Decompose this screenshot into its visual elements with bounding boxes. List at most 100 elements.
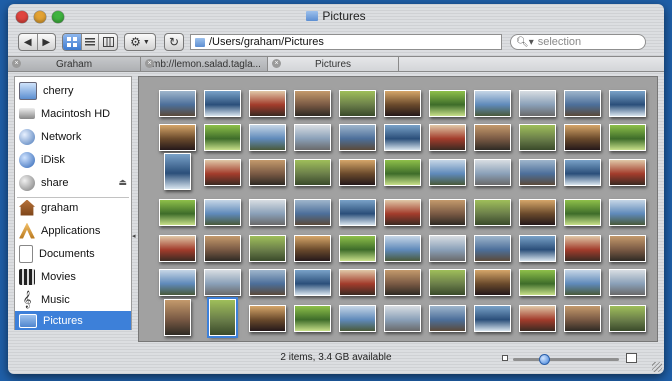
photo-thumbnail[interactable] [159, 269, 196, 296]
photo-thumbnail[interactable] [429, 90, 466, 117]
photo-thumbnail[interactable] [207, 297, 238, 338]
photo-thumbnail[interactable] [564, 305, 601, 332]
photo-thumbnail[interactable] [294, 269, 331, 296]
photo-thumbnail[interactable] [609, 159, 646, 186]
photo-thumbnail[interactable] [294, 90, 331, 117]
photo-thumbnail[interactable] [339, 269, 376, 296]
photo-thumbnail[interactable] [564, 124, 601, 151]
photo-thumbnail[interactable] [249, 235, 286, 262]
photo-thumbnail[interactable] [564, 90, 601, 117]
photo-thumbnail[interactable] [339, 124, 376, 151]
photo-thumbnail[interactable] [249, 159, 286, 186]
photo-thumbnail[interactable] [249, 199, 286, 226]
photo-thumbnail[interactable] [339, 90, 376, 117]
close-tab-icon[interactable]: × [272, 59, 281, 68]
sidebar-item-movies[interactable]: Movies [15, 265, 131, 288]
photo-thumbnail[interactable] [384, 124, 421, 151]
photo-thumbnail[interactable] [429, 124, 466, 151]
photo-thumbnail[interactable] [609, 124, 646, 151]
photo-thumbnail[interactable] [519, 235, 556, 262]
forward-button[interactable]: ▶ [38, 34, 56, 50]
photo-thumbnail[interactable] [474, 159, 511, 186]
photo-thumbnail[interactable] [294, 124, 331, 151]
photo-thumbnail[interactable] [294, 305, 331, 332]
photo-thumbnail[interactable] [159, 90, 196, 117]
zoom-slider-knob[interactable] [539, 354, 550, 365]
photo-thumbnail[interactable] [609, 90, 646, 117]
sidebar-item-cherry[interactable]: cherry [15, 79, 131, 102]
photo-thumbnail[interactable] [249, 305, 286, 332]
path-field[interactable]: /Users/graham/Pictures [190, 34, 502, 50]
photo-thumbnail[interactable] [519, 199, 556, 226]
back-button[interactable]: ◀ [19, 34, 38, 50]
photo-thumbnail[interactable] [474, 90, 511, 117]
photo-thumbnail[interactable] [609, 269, 646, 296]
photo-thumbnail[interactable] [164, 153, 191, 190]
search-input[interactable] [537, 36, 638, 48]
action-menu-button[interactable]: ⚙ ▼ [124, 33, 156, 51]
photo-thumbnail[interactable] [384, 235, 421, 262]
sidebar-item-macintosh-hd[interactable]: Macintosh HD [15, 102, 131, 125]
photo-thumbnail[interactable] [204, 235, 241, 262]
photo-thumbnail[interactable] [204, 199, 241, 226]
photo-thumbnail[interactable] [384, 159, 421, 186]
tab-pictures[interactable]: × Pictures [268, 57, 399, 71]
icon-view-button[interactable] [63, 34, 82, 50]
column-view-button[interactable] [99, 34, 117, 50]
photo-thumbnail[interactable] [204, 124, 241, 151]
photo-thumbnail[interactable] [294, 159, 331, 186]
sidebar-item-music[interactable]: 𝄞 Music [15, 288, 131, 311]
photo-thumbnail[interactable] [519, 159, 556, 186]
photo-thumbnail[interactable] [429, 305, 466, 332]
photo-thumbnail[interactable] [249, 124, 286, 151]
tab-graham[interactable]: × Graham [8, 57, 141, 71]
sidebar-item-idisk[interactable]: iDisk [15, 148, 131, 171]
photo-thumbnail[interactable] [294, 199, 331, 226]
eject-icon[interactable]: ⏏ [118, 177, 127, 188]
photo-thumbnail[interactable] [384, 90, 421, 117]
photo-thumbnail[interactable] [204, 269, 241, 296]
close-tab-icon[interactable]: × [12, 59, 21, 68]
photo-thumbnail[interactable] [519, 124, 556, 151]
photo-thumbnail[interactable] [609, 235, 646, 262]
list-view-button[interactable] [82, 34, 100, 50]
photo-thumbnail[interactable] [609, 199, 646, 226]
photo-thumbnail[interactable] [474, 305, 511, 332]
photo-thumbnail[interactable] [609, 305, 646, 332]
title-bar[interactable]: Pictures [8, 4, 664, 28]
photo-thumbnail[interactable] [429, 235, 466, 262]
photo-thumbnail[interactable] [159, 199, 196, 226]
photo-thumbnail[interactable] [519, 305, 556, 332]
photo-thumbnail[interactable] [474, 199, 511, 226]
photo-thumbnail[interactable] [564, 159, 601, 186]
photo-thumbnail[interactable] [339, 199, 376, 226]
photo-thumbnail[interactable] [384, 199, 421, 226]
photo-thumbnail[interactable] [339, 305, 376, 332]
photo-thumbnail[interactable] [204, 159, 241, 186]
photo-thumbnail[interactable] [564, 199, 601, 226]
sidebar-item-pictures[interactable]: Pictures [15, 311, 131, 330]
refresh-button[interactable]: ↻ [164, 33, 184, 51]
sidebar-item-share[interactable]: share ⏏ [15, 171, 131, 194]
photo-thumbnail[interactable] [474, 269, 511, 296]
sidebar-item-network[interactable]: Network [15, 125, 131, 148]
photo-thumbnail[interactable] [249, 90, 286, 117]
photo-thumbnail[interactable] [159, 124, 196, 151]
photo-thumbnail[interactable] [384, 269, 421, 296]
photo-thumbnail[interactable] [164, 299, 191, 336]
photo-thumbnail[interactable] [294, 235, 331, 262]
photo-thumbnail[interactable] [564, 235, 601, 262]
tab-smb-share[interactable]: × smb://lemon.salad.tagla... [141, 57, 268, 71]
photo-thumbnail[interactable] [429, 269, 466, 296]
photo-thumbnail[interactable] [339, 159, 376, 186]
photo-thumbnail[interactable] [474, 124, 511, 151]
photo-thumbnail[interactable] [474, 235, 511, 262]
close-tab-icon[interactable]: × [145, 59, 154, 68]
resize-grip[interactable] [652, 362, 662, 372]
zoom-slider[interactable] [513, 354, 619, 365]
photo-thumbnail[interactable] [429, 199, 466, 226]
sidebar-item-applications[interactable]: Applications [15, 219, 131, 242]
photo-thumbnail[interactable] [519, 90, 556, 117]
photo-thumbnail[interactable] [429, 159, 466, 186]
photo-thumbnail[interactable] [204, 90, 241, 117]
